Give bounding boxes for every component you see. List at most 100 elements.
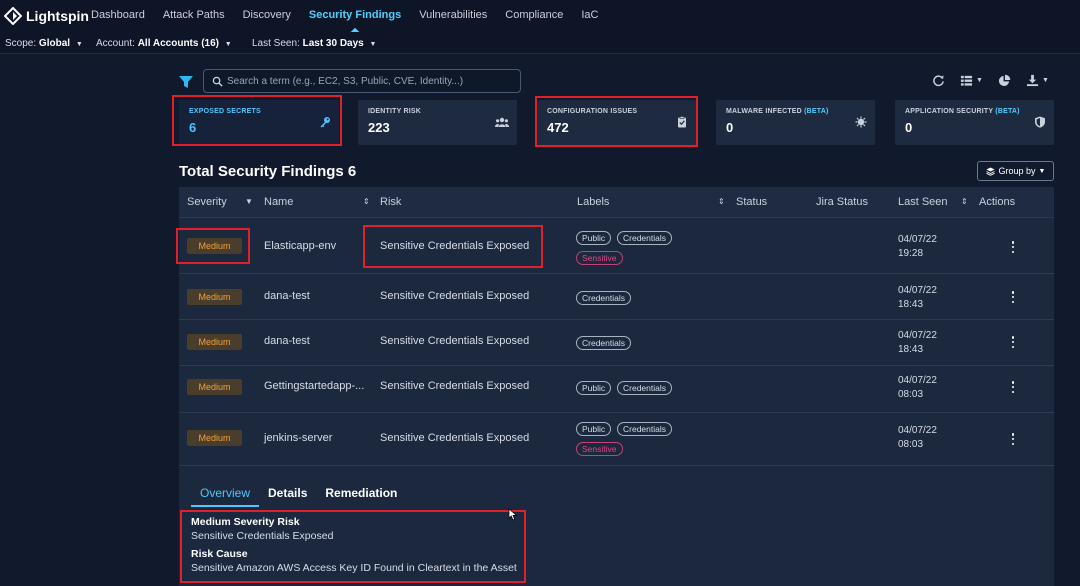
card-exposed-secrets[interactable]: EXPOSED SECRETS 6 [179,100,339,145]
beta-tag: (BETA) [804,108,829,115]
risk-text: Sensitive Credentials Exposed [191,530,334,542]
brand-name: Lightspin [26,8,89,24]
scope-value: Global [38,38,71,49]
last-seen-label: Last Seen: [252,38,300,49]
last-seen-time: 08:03 [898,439,924,450]
search-input[interactable] [227,75,517,87]
sort-icon[interactable]: ⇕ [363,197,370,206]
card-title-text: IDENTITY RISK [368,108,422,115]
card-title-text: APPLICATION SECURITY [905,108,994,115]
row-actions-icon[interactable] [1009,336,1017,348]
tab-details[interactable]: Details [259,486,316,507]
mouse-cursor-icon [508,508,518,521]
label-tag: Credentials [576,291,631,305]
chart-button[interactable] [998,74,1011,87]
sort-icon[interactable]: ⇕ [718,197,725,206]
finding-risk: Sensitive Credentials Exposed [380,290,530,302]
sort-icon[interactable]: ⇕ [961,197,968,206]
nav-attack-paths[interactable]: Attack Paths [163,9,225,21]
search-box[interactable] [203,69,521,93]
label-tag-sensitive: Sensitive [576,251,623,265]
card-configuration-issues[interactable]: CONFIGURATION ISSUES 472 [537,100,696,145]
page-title: Total Security Findings 6 [179,163,357,180]
nav-security-findings[interactable]: Security Findings [309,9,401,21]
table-row[interactable]: Medium dana-test Sensitive Credentials E… [179,321,1054,366]
finding-name[interactable]: dana-test [264,290,310,302]
findings-table: Severity ▼ Name ⇕ Risk Labels ⇕ Status J… [179,187,1054,586]
finding-name[interactable]: Elasticapp-env [264,240,336,252]
finding-name[interactable]: dana-test [264,335,310,347]
row-actions-icon[interactable] [1009,381,1017,393]
card-identity-risk[interactable]: IDENTITY RISK 223 [358,100,517,145]
card-application-security[interactable]: APPLICATION SECURITY (BETA) 0 [895,100,1054,145]
last-seen: 04/07/22 19:28 [898,233,937,261]
logo[interactable]: Lightspin [4,7,89,25]
nav-discovery[interactable]: Discovery [243,9,291,21]
table-row[interactable]: Medium Gettingstartedapp-... Sensitive C… [179,367,1054,413]
finding-name[interactable]: Gettingstartedapp-... [264,380,364,392]
overview-content: Medium Severity Risk Sensitive Credentia… [191,516,517,576]
refresh-icon [933,75,944,87]
finding-name[interactable]: jenkins-server [264,432,332,444]
scope-dropdown[interactable]: Scope: Global ▼ [5,38,83,49]
table-row[interactable]: Medium jenkins-server Sensitive Credenti… [179,414,1054,466]
scope-label: Scope: [5,38,37,49]
row-actions-icon[interactable] [1009,433,1017,445]
nav-iac[interactable]: IaC [581,9,598,21]
col-status[interactable]: Status [736,196,767,208]
col-severity[interactable]: Severity [187,196,227,208]
card-title: MALWARE INFECTED (BETA) [726,108,865,115]
col-jira-status[interactable]: Jira Status [816,196,868,208]
table-row[interactable]: Medium dana-test Sensitive Credentials E… [179,275,1054,320]
refresh-button[interactable] [932,74,945,87]
last-seen-date: 04/07/22 [898,285,937,296]
nav-vulnerabilities[interactable]: Vulnerabilities [419,9,487,21]
table-header: Severity ▼ Name ⇕ Risk Labels ⇕ Status J… [179,187,1054,218]
row-actions-icon[interactable] [1009,241,1017,253]
app-root: Lightspin Dashboard Attack Paths Discove… [0,0,1080,586]
finding-risk: Sensitive Credentials Exposed [380,380,530,392]
tab-overview[interactable]: Overview [191,486,260,507]
nav-compliance[interactable]: Compliance [505,9,563,21]
col-name[interactable]: Name [264,196,293,208]
filter-icon[interactable] [178,74,194,90]
label-tag: Credentials [617,231,672,245]
finding-detail-panel: Overview Details Remediation Medium Seve… [179,466,1054,586]
col-labels[interactable]: Labels [577,196,609,208]
table-row[interactable]: Medium Elasticapp-env Sensitive Credenti… [179,219,1054,274]
card-malware-infected[interactable]: MALWARE INFECTED (BETA) 0 [716,100,875,145]
account-dropdown[interactable]: Account: All Accounts (16) ▼ [96,38,232,49]
last-seen-time: 08:03 [898,389,924,400]
last-seen-date: 04/07/22 [898,234,937,245]
finding-risk: Sensitive Credentials Exposed [380,335,530,347]
row-actions-icon[interactable] [1009,291,1017,303]
finding-risk: Sensitive Credentials Exposed [380,240,530,252]
virus-icon [855,116,867,128]
card-title-text: MALWARE INFECTED [726,108,802,115]
col-last-seen[interactable]: Last Seen [898,196,948,208]
card-title: EXPOSED SECRETS [189,108,329,115]
detail-tabs: Overview Details Remediation [191,486,406,507]
columns-button[interactable]: ▼ [960,74,983,87]
severity-badge: Medium [187,289,242,305]
last-seen-time: 18:43 [898,344,924,355]
download-button[interactable]: ▼ [1026,74,1049,87]
lightspin-logo-icon [4,7,22,25]
columns-icon [960,75,973,86]
card-title: APPLICATION SECURITY (BETA) [905,108,1044,115]
sort-desc-icon[interactable]: ▼ [245,197,253,206]
cause-heading: Risk Cause [191,548,248,560]
nav-dashboard[interactable]: Dashboard [91,9,145,21]
label-tag: Credentials [617,422,672,436]
beta-tag: (BETA) [995,108,1020,115]
scope-bar: Scope: Global ▼ Account: All Accounts (1… [0,32,1080,54]
label-tag: Public [576,381,612,395]
last-seen-time: 18:43 [898,299,924,310]
card-value: 472 [547,120,569,135]
last-seen-dropdown[interactable]: Last Seen: Last 30 Days ▼ [252,38,376,49]
group-by-button[interactable]: Group by ▼ [977,161,1054,181]
col-risk[interactable]: Risk [380,196,401,208]
label-tag: Public [576,231,612,245]
tab-remediation[interactable]: Remediation [316,486,406,507]
layers-icon [985,166,995,176]
